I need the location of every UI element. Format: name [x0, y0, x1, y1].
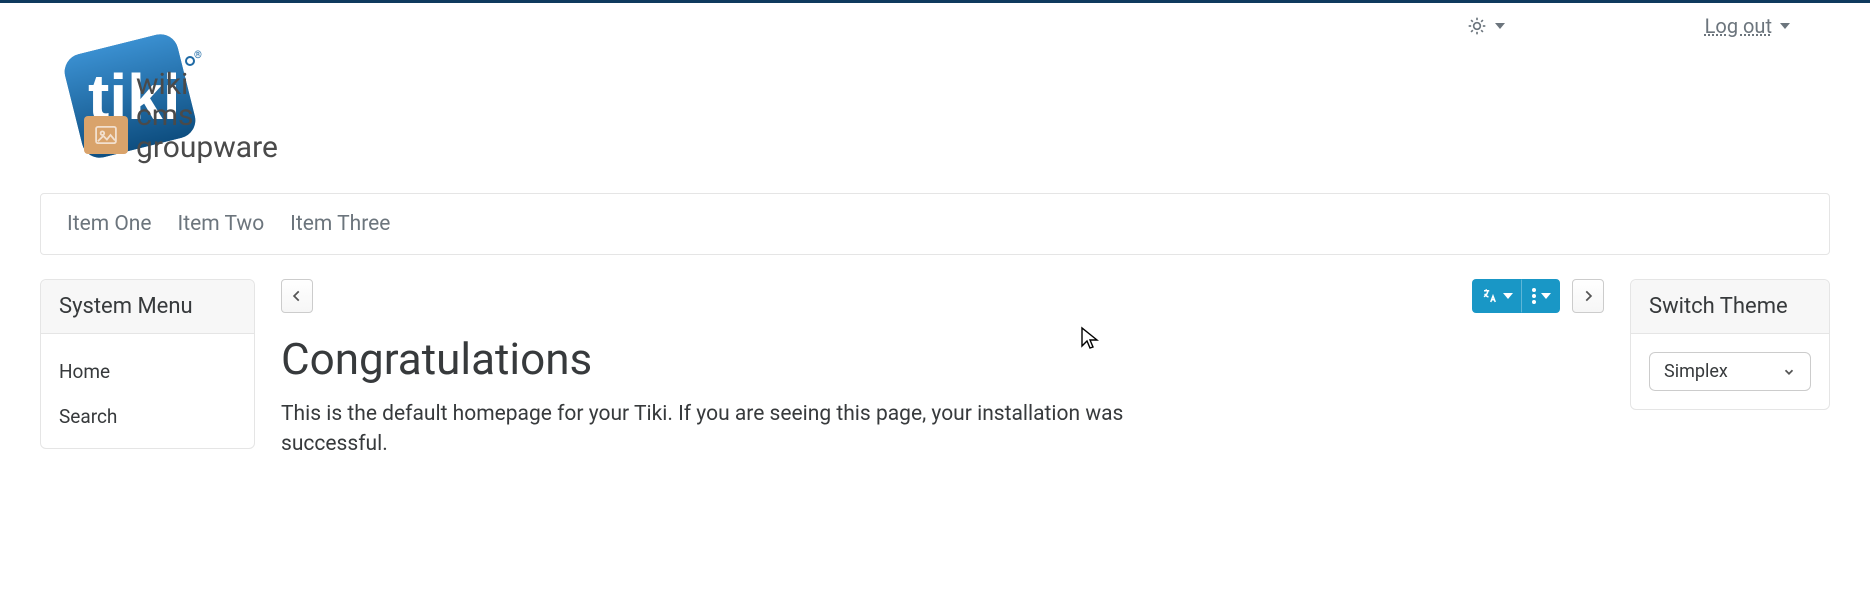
logo-tagline-line: groupware	[136, 132, 278, 164]
theme-select-value: Simplex	[1664, 361, 1728, 382]
logo-tagline-line: cms	[136, 100, 278, 132]
caret-down-icon	[1780, 23, 1790, 29]
navbar-item[interactable]: Item Three	[290, 212, 390, 236]
back-button[interactable]	[281, 279, 313, 313]
system-menu-title: System Menu	[41, 280, 254, 334]
logo-tagline: wiki cms groupware	[136, 69, 278, 164]
navbar-item[interactable]: Item Two	[178, 212, 265, 236]
forward-button[interactable]	[1572, 279, 1604, 313]
translate-button-group	[1472, 279, 1560, 313]
page-title: Congratulations	[281, 333, 1604, 385]
caret-down-icon	[1503, 293, 1513, 299]
image-placeholder-icon	[84, 116, 128, 154]
svg-text:®: ®	[194, 49, 202, 61]
page-intro: This is the default homepage for your Ti…	[281, 399, 1161, 460]
caret-down-icon	[1495, 23, 1505, 29]
switch-theme-title: Switch Theme	[1631, 280, 1829, 334]
theme-select[interactable]: Simplex	[1649, 352, 1811, 391]
caret-down-icon	[1541, 293, 1551, 299]
system-menu-card: System Menu Home Search	[40, 279, 255, 449]
logout-link[interactable]: Log out	[1705, 14, 1790, 38]
logo-tagline-line: wiki	[136, 69, 278, 101]
chevron-down-icon	[1782, 365, 1796, 379]
translate-button[interactable]	[1472, 279, 1522, 313]
page-actions-button[interactable]	[1522, 279, 1560, 313]
system-menu-item-search[interactable]: Search	[41, 383, 254, 428]
system-menu-item-home[interactable]: Home	[41, 338, 254, 383]
switch-theme-card: Switch Theme Simplex	[1630, 279, 1830, 410]
main-content: Congratulations This is the default home…	[277, 279, 1608, 460]
theme-mode-toggle[interactable]	[1467, 16, 1505, 36]
sun-icon	[1467, 16, 1487, 36]
navbar-item[interactable]: Item One	[67, 212, 152, 236]
logout-label: Log out	[1705, 14, 1772, 38]
main-navbar: Item One Item Two Item Three	[40, 193, 1830, 255]
